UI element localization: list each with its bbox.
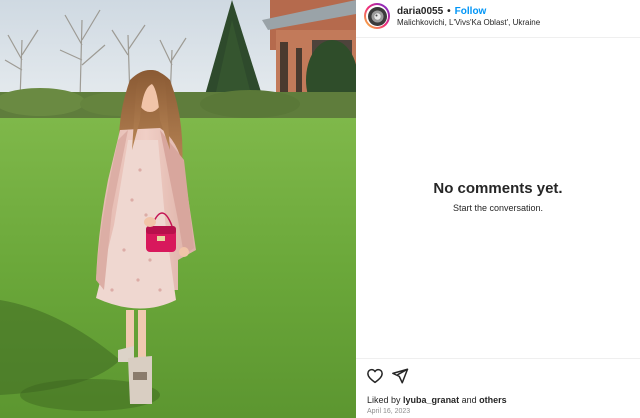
send-icon[interactable] — [391, 367, 409, 385]
likes-summary: Liked by lyuba_granat and others — [367, 395, 507, 405]
post-date: April 16, 2023 — [367, 408, 411, 415]
likes-prefix: Liked by — [367, 395, 401, 405]
heart-icon[interactable] — [366, 367, 384, 385]
follow-button[interactable]: Follow — [455, 6, 487, 17]
start-conversation-text: Start the conversation. — [452, 203, 544, 213]
no-comments-title: No comments yet. — [433, 180, 563, 197]
likes-conjunction: and — [461, 395, 477, 405]
post-header: daria0055 • Follow Malichkovichi, L'Vivs… — [356, 0, 640, 38]
post-photo[interactable] — [0, 0, 356, 418]
profile-avatar[interactable] — [364, 3, 390, 29]
location-link[interactable]: Malichkovichi, L'Vivs'Ka Oblast', Ukrain… — [397, 18, 540, 27]
liked-by-user-link[interactable]: lyuba_granat — [403, 395, 459, 405]
post-side-panel: daria0055 • Follow Malichkovichi, L'Vivs… — [356, 0, 640, 418]
username-row: daria0055 • Follow — [397, 5, 486, 18]
likes-others-link[interactable]: others — [479, 395, 507, 405]
comments-empty-state: No comments yet. Start the conversation. — [356, 180, 640, 213]
avatar-image — [367, 6, 387, 26]
post-actions-bar: Liked by lyuba_granat and others April 1… — [356, 358, 640, 418]
separator-dot: • — [447, 6, 451, 17]
username-link[interactable]: daria0055 — [397, 6, 443, 17]
